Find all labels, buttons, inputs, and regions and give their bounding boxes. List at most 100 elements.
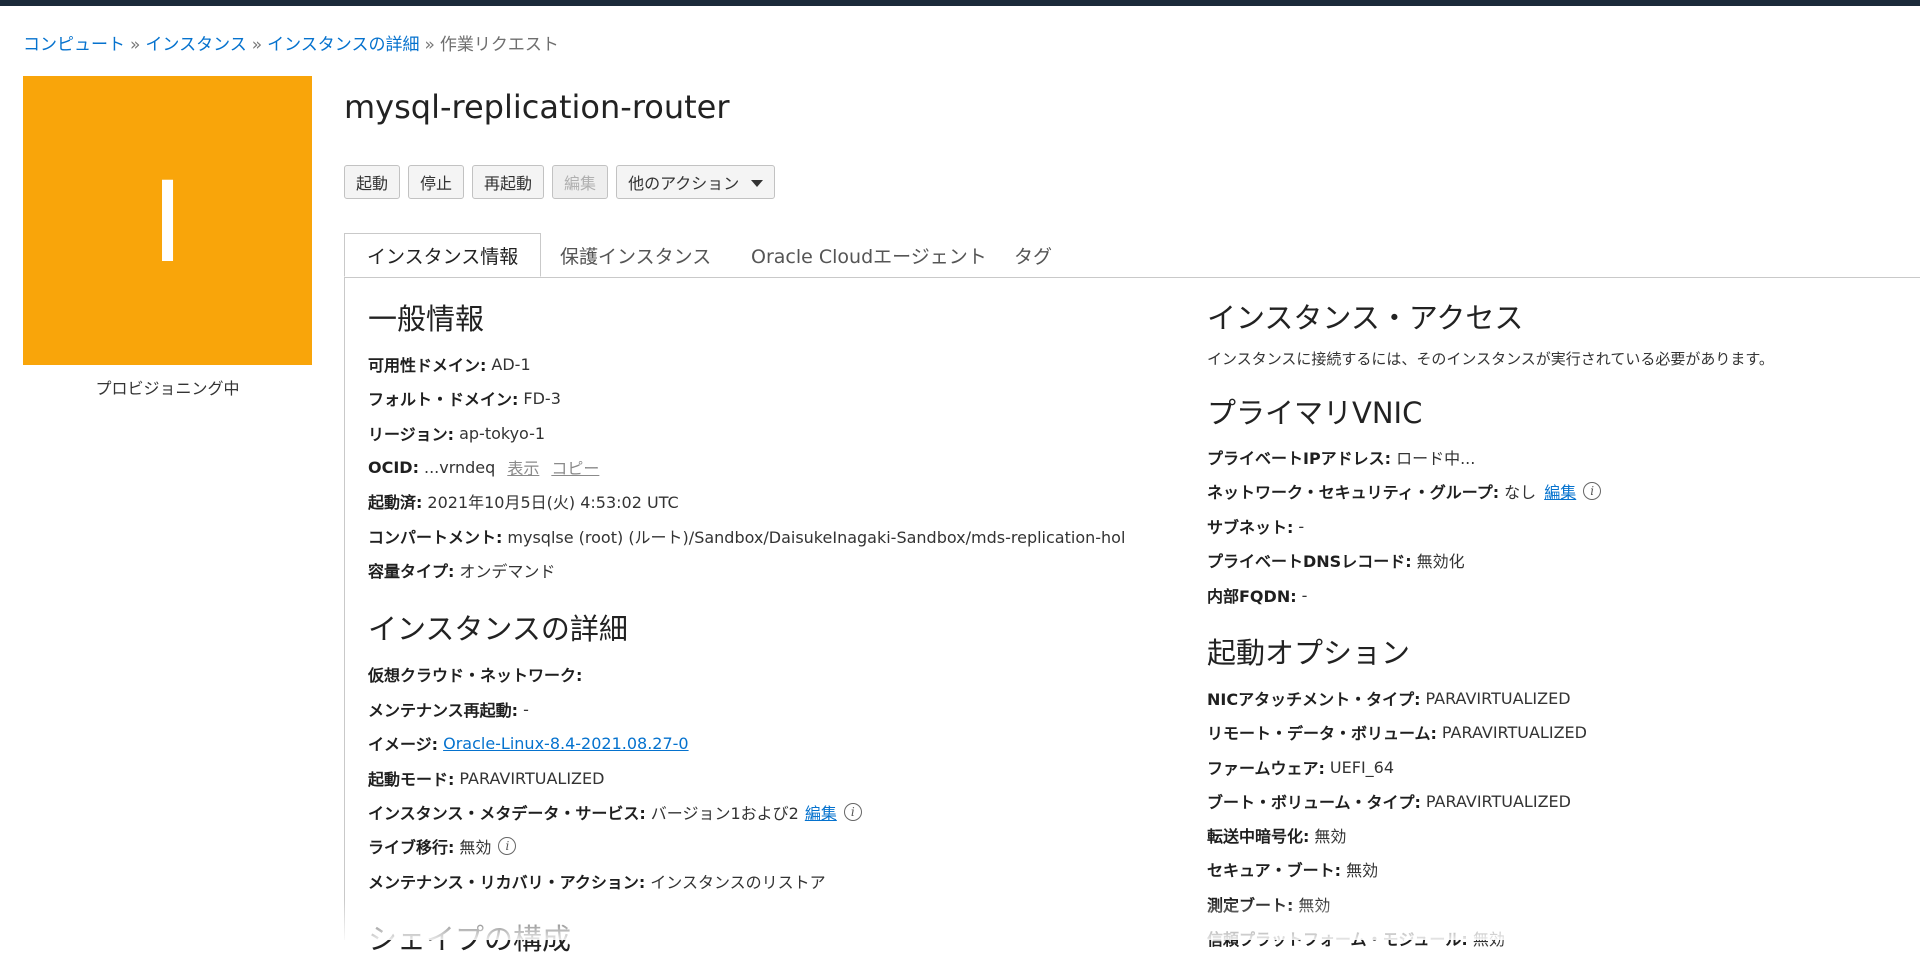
avatar-letter: I — [151, 154, 184, 287]
field-label: 容量タイプ: — [368, 562, 455, 581]
field-label: 起動済: — [368, 493, 423, 512]
field-label: プライベートIPアドレス: — [1207, 449, 1392, 468]
field-value: - — [1301, 585, 1308, 605]
instance-access-heading: インスタンス・アクセス — [1207, 301, 1524, 335]
field-value: 無効 — [1472, 930, 1505, 949]
remote-data-volume-field: リモート・データ・ボリューム: PARAVIRTUALIZED — [1207, 720, 1587, 744]
tab-oracle-cloud-agent[interactable]: Oracle Cloudエージェント — [751, 233, 987, 277]
nsg-edit-link[interactable]: 編集 — [1544, 479, 1576, 503]
metadata-service-edit-link[interactable]: 編集 — [805, 800, 837, 824]
field-label: 信頼プラットフォーム・モジュール: — [1207, 930, 1468, 949]
field-value: ロード中... — [1396, 449, 1476, 468]
breadcrumb-separator: » — [424, 35, 435, 55]
field-label: セキュア・ブート: — [1207, 861, 1342, 880]
image-link[interactable]: Oracle-Linux-8.4-2021.08.27-0 — [443, 734, 689, 753]
field-label: ファームウェア: — [1207, 759, 1325, 778]
field-label: メンテナンス再起動: — [368, 701, 519, 720]
field-value: PARAVIRTUALIZED — [1425, 791, 1571, 811]
field-value: AD-1 — [491, 354, 531, 374]
tab-protected-instance[interactable]: 保護インスタンス — [560, 233, 711, 277]
tab-bar: インスタンス情報 保護インスタンス Oracle Cloudエージェント タグ — [344, 233, 1920, 278]
field-label: ライブ移行: — [368, 838, 455, 857]
field-label: ブート・ボリューム・タイプ: — [1207, 793, 1421, 812]
more-actions-button[interactable]: 他のアクション — [616, 165, 776, 199]
breadcrumb-current: 作業リクエスト — [439, 35, 559, 55]
subnet-field: サブネット: - — [1207, 514, 1304, 538]
vcn-field: 仮想クラウド・ネットワーク: — [368, 662, 587, 686]
field-value: ap-tokyo-1 — [459, 423, 546, 443]
field-value: 無効化 — [1416, 552, 1465, 571]
secure-boot-field: セキュア・ブート: 無効 — [1207, 857, 1378, 881]
maintenance-reboot-field: メンテナンス再起動: - — [368, 697, 529, 721]
stop-button[interactable]: 停止 — [408, 165, 465, 199]
field-label: プライベートDNSレコード: — [1207, 552, 1412, 571]
nic-attachment-field: NICアタッチメント・タイプ: PARAVIRTUALIZED — [1207, 686, 1571, 710]
reboot-button[interactable]: 再起動 — [472, 165, 545, 199]
field-label: 測定ブート: — [1207, 896, 1294, 915]
tpm-field: 信頼プラットフォーム・モジュール: 無効 — [1207, 926, 1505, 950]
image-field: イメージ: Oracle-Linux-8.4-2021.08.27-0 — [368, 731, 689, 755]
breadcrumb-separator: » — [251, 35, 263, 55]
in-transit-encryption-field: 転送中暗号化: 無効 — [1207, 823, 1346, 847]
breadcrumb-instances[interactable]: インスタンス — [145, 35, 246, 55]
boot-volume-type-field: ブート・ボリューム・タイプ: PARAVIRTUALIZED — [1207, 789, 1571, 813]
measured-boot-field: 測定ブート: 無効 — [1207, 892, 1330, 916]
field-value: 無効 — [459, 838, 492, 857]
field-value: ...vrndeq — [423, 457, 496, 477]
field-label: OCID: — [368, 457, 419, 477]
firmware-field: ファームウェア: UEFI_64 — [1207, 755, 1394, 779]
ocid-show-link[interactable]: 表示 — [507, 455, 539, 479]
field-label: サブネット: — [1207, 518, 1294, 537]
launched-field: 起動済: 2021年10月5日(火) 4:53:02 UTC — [368, 489, 679, 513]
field-value: PARAVIRTUALIZED — [1441, 722, 1587, 742]
availability-domain-field: 可用性ドメイン: AD-1 — [368, 352, 531, 376]
edit-button[interactable]: 編集 — [552, 165, 609, 199]
field-label: メンテナンス・リカバリ・アクション: — [368, 873, 646, 892]
field-label: 転送中暗号化: — [1207, 827, 1310, 846]
compartment-field: コンパートメント: mysqlse (root) (ルート)/Sandbox/Da… — [368, 524, 1125, 548]
field-value: mysqlse (root) (ルート)/Sandbox/DaisukeInag… — [507, 528, 1126, 547]
field-value: オンデマンド — [459, 562, 556, 581]
field-value: PARAVIRTUALIZED — [459, 768, 605, 788]
live-migration-field: ライブ移行: 無効 i — [368, 834, 517, 858]
field-value: 無効 — [1346, 861, 1379, 880]
field-value: 無効 — [1298, 896, 1331, 915]
field-label: 起動モード: — [368, 770, 455, 789]
private-dns-field: プライベートDNSレコード: 無効化 — [1207, 548, 1465, 572]
field-value: 2021年10月5日(火) 4:53:02 UTC — [427, 493, 679, 512]
breadcrumb-separator: » — [130, 35, 141, 55]
field-label: コンパートメント: — [368, 528, 503, 547]
info-icon[interactable]: i — [1583, 482, 1602, 500]
field-value: 無効 — [1314, 827, 1347, 846]
start-button[interactable]: 起動 — [344, 165, 401, 199]
instance-access-note: インスタンスに接続するには、そのインスタンスが実行されている必要があります。 — [1207, 350, 1774, 368]
field-label: インスタンス・メタデータ・サービス: — [368, 804, 646, 823]
field-label: NICアタッチメント・タイプ: — [1207, 690, 1421, 709]
breadcrumb-instance-details[interactable]: インスタンスの詳細 — [267, 35, 419, 55]
ocid-copy-link[interactable]: コピー — [551, 455, 599, 479]
shape-config-heading: シェイプの構成 — [368, 922, 572, 956]
private-ip-field: プライベートIPアドレス: ロード中... — [1207, 445, 1475, 469]
field-label: リージョン: — [368, 425, 455, 444]
instance-details-heading: インスタンスの詳細 — [368, 612, 628, 646]
launch-mode-field: 起動モード: PARAVIRTUALIZED — [368, 766, 604, 790]
tab-tags[interactable]: タグ — [1014, 233, 1052, 277]
fault-domain-field: フォルト・ドメイン: FD-3 — [368, 386, 561, 410]
ocid-field: OCID: ...vrndeq 表示 コピー — [368, 455, 599, 479]
field-label: イメージ: — [368, 735, 439, 754]
capacity-type-field: 容量タイプ: オンデマンド — [368, 558, 555, 582]
field-value: インスタンスのリストア — [650, 873, 826, 892]
info-icon[interactable]: i — [843, 803, 862, 821]
tab-instance-info[interactable]: インスタンス情報 — [344, 233, 542, 277]
field-value: バージョン1および2 — [650, 804, 799, 823]
breadcrumb-compute[interactable]: コンピュート — [23, 35, 125, 55]
maintenance-recovery-field: メンテナンス・リカバリ・アクション: インスタンスのリストア — [368, 869, 826, 893]
field-label: 仮想クラウド・ネットワーク: — [368, 666, 583, 685]
action-toolbar: 起動 停止 再起動 編集 他のアクション — [344, 165, 776, 199]
more-actions-label: 他のアクション — [628, 174, 740, 193]
page-title: mysql-replication-router — [344, 88, 730, 126]
instance-state-label: プロビジョニング中 — [95, 379, 240, 398]
primary-vnic-heading: プライマリVNIC — [1207, 396, 1423, 430]
field-label: 内部FQDN: — [1207, 587, 1297, 606]
info-icon[interactable]: i — [498, 837, 517, 855]
